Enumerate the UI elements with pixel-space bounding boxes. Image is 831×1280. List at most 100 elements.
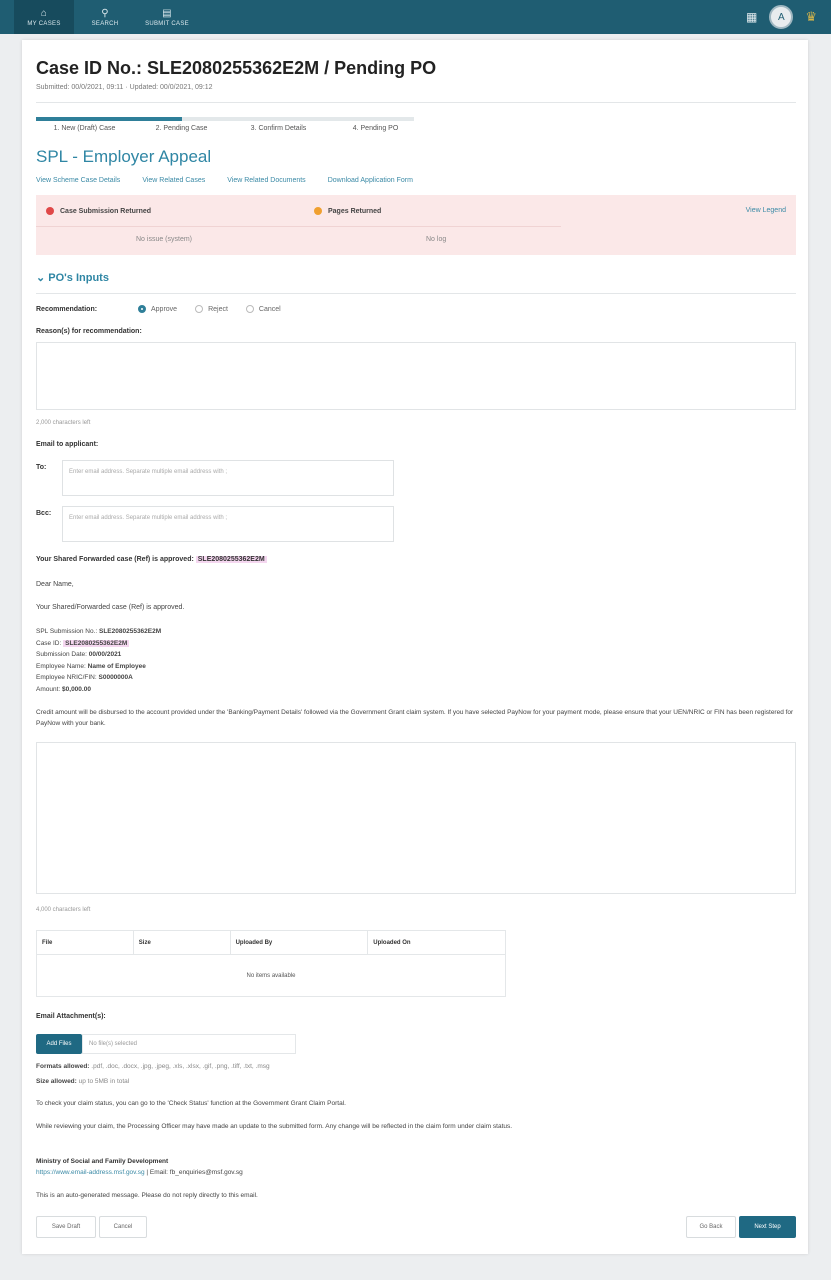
red-dot-icon — [46, 207, 54, 215]
note-line-1: To check your claim status, you can go t… — [36, 1100, 346, 1107]
reasons-counter: 2,000 characters left — [36, 420, 91, 426]
search-icon: ⚲ — [101, 7, 109, 19]
step-labels: 1. New (Draft) Case 2. Pending Case 3. C… — [36, 125, 436, 132]
divider — [36, 102, 796, 103]
home-icon: ⌂ — [40, 7, 48, 19]
scheme-title: SPL - Employer Appeal — [36, 147, 212, 166]
no-reply-note: This is an auto-generated message. Pleas… — [36, 1192, 258, 1199]
formats-allowed: Formats allowed: .pdf, .doc, .docx, .jpg… — [36, 1063, 270, 1070]
top-nav-bar: ⌂ My Cases ⚲ Search ▤ Submit Case ▦ A ♛ — [0, 0, 831, 34]
radio-cancel[interactable]: Cancel — [245, 305, 281, 313]
email-field-row: Employee NRIC/FIN: S0000000A — [36, 674, 133, 681]
folder-icon: ▤ — [162, 7, 172, 19]
nav-item-submit-case[interactable]: ▤ Submit Case — [136, 0, 198, 34]
save-draft-button[interactable]: Save Draft — [36, 1216, 96, 1238]
go-back-button[interactable]: Go Back — [686, 1216, 736, 1238]
nav-item-my-cases[interactable]: ⌂ My Cases — [14, 0, 74, 34]
status-flag-1: Case Submission Returned — [46, 207, 151, 215]
email-field-row: Submission Date: 00/00/2021 — [36, 651, 122, 658]
avatar[interactable]: A — [769, 5, 794, 29]
email-field-row: Employee Name: Name of Employee — [36, 662, 146, 670]
org-contact: https://www.email-address.msf.gov.sg | E… — [36, 1169, 243, 1176]
orange-dot-icon — [314, 207, 322, 215]
org-name: Ministry of Social and Family Developmen… — [36, 1158, 169, 1165]
size-label: Size allowed: — [36, 1078, 77, 1085]
column-header: File — [36, 930, 134, 955]
recommendation-radio-group: Approve Reject Cancel — [138, 305, 299, 313]
table-empty-message: No items available — [36, 954, 506, 997]
link-view-case-details[interactable]: View Scheme Case Details — [36, 177, 120, 184]
status-panel: Case Submission Returned Pages Returned … — [36, 195, 796, 255]
formats-label: Formats allowed: — [36, 1063, 90, 1070]
main-card: Case ID No.: SLE2080255362E2M / Pending … — [22, 40, 808, 1254]
documents-table: File Size Uploaded By Uploaded On No ite… — [36, 930, 506, 997]
scheme-links: View Scheme Case Details View Related Ca… — [36, 177, 413, 184]
column-header: Uploaded On — [367, 930, 506, 955]
to-label: To: — [36, 464, 47, 471]
divider — [36, 293, 796, 294]
recommendation-label: Recommendation: — [36, 306, 98, 313]
chevron-down-icon: ⌄ — [36, 272, 46, 284]
section-po-inputs[interactable]: ⌄ PO's Inputs — [36, 271, 109, 284]
email-label: Email to applicant: — [36, 441, 99, 448]
email-fields: SPL Submission No.: SLE2080255362E2M Cas… — [36, 626, 161, 695]
status-divider — [36, 226, 561, 227]
size-allowed: Size allowed: up to 5MB in total — [36, 1078, 129, 1085]
email-subject-prefix: Your Shared Forwarded case (Ref) is appr… — [36, 556, 196, 563]
add-files-button[interactable]: Add Files — [36, 1034, 82, 1054]
step-1: 1. New (Draft) Case — [53, 125, 116, 132]
to-input[interactable]: Enter email address. Separate multiple e… — [62, 460, 394, 496]
size-value: up to 5MB in total — [78, 1078, 130, 1085]
section-title: PO's Inputs — [48, 272, 109, 284]
email-body-text: Credit amount will be disbursed to the a… — [36, 709, 794, 727]
reasons-textarea[interactable] — [36, 342, 796, 410]
topbar-right: ▦ A ♛ — [746, 0, 831, 34]
table-header-row: File Size Uploaded By Uploaded On — [36, 930, 506, 955]
email-field-row: SPL Submission No.: SLE2080255362E2M — [36, 628, 162, 635]
step-progress-fill — [36, 117, 182, 121]
case-subtitle: Submitted: 00/0/2021, 09:11 · Updated: 0… — [36, 84, 213, 91]
org-email: | Email: fb_enquiries@msf.gov.sg — [144, 1169, 243, 1176]
view-legend-link[interactable]: View Legend — [746, 207, 786, 214]
email-greeting: Dear Name, — [36, 581, 74, 588]
email-intro: Your Shared/Forwarded case (Ref) is appr… — [36, 604, 185, 611]
radio-label: Cancel — [258, 305, 281, 313]
step-3: 3. Confirm Details — [250, 125, 307, 132]
nav-item-label: Submit Case — [145, 20, 189, 27]
bcc-input[interactable]: Enter email address. Separate multiple e… — [62, 506, 394, 542]
org-website-link[interactable]: https://www.email-address.msf.gov.sg — [36, 1169, 145, 1176]
link-view-related-documents[interactable]: View Related Documents — [227, 177, 305, 184]
email-body-textarea[interactable] — [36, 742, 796, 894]
email-subject-ref: SLE2080255362E2M — [195, 556, 267, 563]
status-value-2: No log — [426, 236, 447, 243]
status-flag-label: Pages Returned — [328, 207, 382, 215]
email-field-row: Amount: $0,000.00 — [36, 685, 91, 693]
radio-reject[interactable]: Reject — [195, 305, 228, 313]
file-input[interactable]: No file(s) selected — [82, 1034, 296, 1054]
radio-approve[interactable]: Approve — [138, 305, 177, 313]
cancel-button[interactable]: Cancel — [99, 1216, 147, 1238]
email-body-counter: 4,000 characters left — [36, 907, 91, 913]
link-view-related-cases[interactable]: View Related Cases — [142, 177, 205, 184]
radio-label: Reject — [208, 305, 228, 313]
nav-item-label: Search — [91, 20, 119, 27]
reasons-label: Reason(s) for recommendation: — [36, 328, 142, 335]
radio-dot — [245, 305, 254, 313]
next-step-button[interactable]: Next Step — [739, 1216, 796, 1238]
nav-item-label: My Cases — [27, 20, 61, 27]
email-field-row: Case ID: SLE2080255362E2M — [36, 639, 130, 647]
step-2: 2. Pending Case — [155, 125, 208, 132]
status-flag-2: Pages Returned — [314, 207, 381, 215]
formats-value: .pdf, .doc, .docx, .jpg, .jpeg, .xls, .x… — [91, 1063, 270, 1070]
link-download-form[interactable]: Download Application Form — [328, 177, 413, 184]
apps-grid-icon[interactable]: ▦ — [746, 10, 757, 24]
bcc-label: Bcc: — [36, 510, 52, 517]
status-flag-label: Case Submission Returned — [60, 207, 152, 215]
nav-item-search[interactable]: ⚲ Search — [74, 0, 136, 34]
column-header: Size — [132, 930, 231, 955]
step-4: 4. Pending PO — [352, 125, 399, 132]
radio-label: Approve — [151, 305, 178, 313]
crest-logo-icon: ♛ — [805, 9, 817, 24]
column-header: Uploaded By — [229, 930, 369, 955]
note-line-2: While reviewing your claim, the Processi… — [36, 1123, 513, 1130]
